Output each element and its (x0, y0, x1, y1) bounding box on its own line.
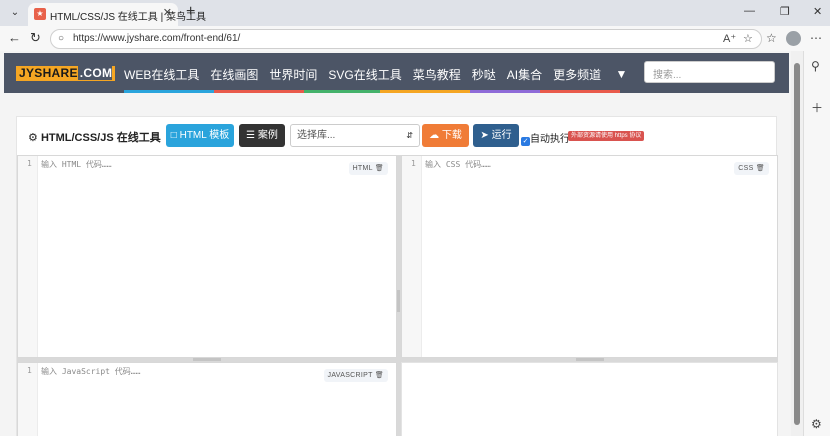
trash-icon: 🗑 (755, 165, 765, 172)
site-navbar: JYSHARE .COM WEB在线工具 在线画图 世界时间 SVG在线工具 菜鸟教程 秒哒… (4, 53, 789, 93)
js-editor[interactable]: 1 输入 JavaScript 代码…… JAVASCRIPT 🗑 (17, 362, 397, 436)
html-clear-tag[interactable]: HTML 🗑 (348, 162, 388, 175)
logo-main: JYSHARE (19, 66, 78, 80)
nav-color-stripe (214, 90, 304, 93)
tool-title-text: HTML/CSS/JS 在线工具 (40, 132, 161, 144)
html-editor-placeholder: 输入 HTML 代码…… (41, 160, 112, 169)
html-template-button[interactable]: □ HTML 模板 (166, 124, 234, 147)
splitter-grip[interactable] (397, 290, 400, 312)
page-viewport: JYSHARE .COM WEB在线工具 在线画图 世界时间 SVG在线工具 菜鸟教程 秒哒… (0, 51, 803, 436)
refresh-icon[interactable]: ↻ (30, 30, 41, 46)
caret-down-icon: ▼ (615, 67, 628, 81)
nav-color-stripe (304, 90, 380, 93)
nav-color-stripe (470, 90, 540, 93)
case-label: 案例 (257, 130, 278, 141)
site-logo[interactable]: JYSHARE .COM (16, 66, 116, 81)
restore-icon[interactable]: ❐ (780, 5, 790, 18)
cogs-icon: ⚙ (28, 132, 38, 144)
editor-gutter (18, 156, 38, 357)
js-editor-placeholder: 输入 JavaScript 代码…… (41, 367, 141, 376)
nav-item-svg-tools[interactable]: SVG在线工具 (328, 68, 401, 82)
browser-tab-strip: ⌄ ★ HTML/CSS/JS 在线工具 | 菜鸟工具 ✕ + — ❐ ✕ (0, 0, 830, 26)
paper-plane-icon: ➤ (480, 130, 489, 141)
library-select[interactable]: 选择库... ⇵ (290, 124, 420, 147)
auto-run-toggle[interactable]: ✓ 自动执行 (521, 130, 570, 146)
run-button[interactable]: ➤ 运行 (473, 124, 519, 147)
lock-icon[interactable]: ○ (58, 33, 64, 44)
favorites-icon[interactable]: ☆ (766, 31, 777, 45)
css-editor-placeholder: 输入 CSS 代码…… (425, 160, 491, 169)
tab-title: HTML/CSS/JS 在线工具 | 菜鸟工具 (50, 12, 206, 23)
result-preview-pane[interactable] (401, 362, 778, 436)
nav-item-drawing[interactable]: 在线画图 (210, 68, 258, 82)
line-number: 1 (27, 159, 32, 168)
nav-color-stripe (540, 90, 620, 93)
run-label: 运行 (491, 130, 512, 141)
site-search-input[interactable]: 搜索... (644, 61, 775, 83)
tab-actions-chevron-down-icon[interactable]: ⌄ (6, 4, 24, 22)
list-icon: ☰ (246, 130, 256, 141)
logo-suffix: .COM (77, 66, 113, 80)
nav-color-stripe (380, 90, 470, 93)
line-number: 1 (27, 366, 32, 375)
site-favicon-icon: ★ (34, 8, 46, 20)
nav-item-more-label: 更多频道 (553, 68, 602, 82)
case-button[interactable]: ☰ 案例 (239, 124, 285, 147)
nav-item-miaoda[interactable]: 秒哒 (472, 68, 496, 82)
auto-run-label: 自动执行 (530, 134, 570, 145)
tool-title: ⚙ HTML/CSS/JS 在线工具 (28, 129, 161, 145)
page-scrollbar[interactable] (791, 51, 803, 436)
tool-panel: ⚙ HTML/CSS/JS 在线工具 □ HTML 模板 ☰ 案例 选择库...… (16, 116, 778, 436)
library-select-value: 选择库... (297, 130, 336, 141)
nav-item-world-time[interactable]: 世界时间 (269, 68, 317, 82)
browser-tab[interactable]: ★ HTML/CSS/JS 在线工具 | 菜鸟工具 ✕ (28, 3, 206, 26)
new-tab-plus-icon[interactable]: + (186, 3, 195, 21)
nav-item-web-tools[interactable]: WEB在线工具 (124, 68, 199, 82)
js-clear-tag[interactable]: JAVASCRIPT 🗑 (323, 369, 388, 382)
js-tag-label: JAVASCRIPT (327, 372, 373, 379)
url-text[interactable]: https://www.jyshare.com/front-end/61/ (73, 33, 240, 44)
download-button[interactable]: ☁ 下载 (422, 124, 469, 147)
address-bar-row: ← ↻ ○ https://www.jyshare.com/front-end/… (0, 26, 830, 51)
css-clear-tag[interactable]: CSS 🗑 (734, 162, 769, 175)
download-label: 下载 (441, 130, 462, 141)
read-aloud-icon[interactable]: A⁺ (723, 32, 736, 45)
more-icon[interactable]: ⋯ (810, 31, 822, 45)
vertical-splitter[interactable] (397, 155, 401, 436)
browser-sidebar: ⚲ ＋ ⚙ (803, 51, 830, 436)
search-icon[interactable]: ⚲ (811, 59, 820, 73)
nav-item-more-channels[interactable]: 更多频道 ▼ (553, 67, 638, 82)
html-tag-label: HTML (352, 165, 373, 172)
address-bar[interactable]: ○ https://www.jyshare.com/front-end/61/ … (50, 29, 762, 49)
window-close-icon[interactable]: ✕ (813, 5, 822, 18)
select-arrows-icon: ⇵ (406, 131, 413, 140)
css-editor[interactable]: 1 输入 CSS 代码…… CSS 🗑 (401, 155, 778, 358)
plus-icon[interactable]: ＋ (811, 99, 823, 116)
site-nav-links: WEB在线工具 在线画图 世界时间 SVG在线工具 菜鸟教程 秒哒 AI集合 更多频道 ▼ (124, 66, 649, 83)
gear-icon[interactable]: ⚙ (811, 417, 822, 431)
trash-icon: 🗑 (374, 165, 384, 172)
profile-icon[interactable] (786, 31, 801, 46)
tool-toolbar: ⚙ HTML/CSS/JS 在线工具 □ HTML 模板 ☰ 案例 选择库...… (17, 117, 778, 155)
minimize-icon[interactable]: — (744, 5, 755, 17)
splitter-grip[interactable] (193, 358, 221, 361)
trash-icon: 🗑 (374, 372, 384, 379)
scrollbar-thumb[interactable] (794, 63, 800, 425)
auto-run-checkbox[interactable]: ✓ (521, 137, 530, 146)
tab-close-icon[interactable]: ✕ (163, 6, 172, 19)
star-icon[interactable]: ☆ (743, 32, 753, 45)
html5-icon: □ (170, 130, 177, 141)
nav-item-ai[interactable]: AI集合 (507, 68, 542, 82)
https-warning-badge: 外部资源请使用 https 协议 (568, 131, 645, 141)
cloud-download-icon: ☁ (429, 130, 440, 141)
html-editor[interactable]: 1 输入 HTML 代码…… HTML 🗑 (17, 155, 397, 358)
line-number: 1 (411, 159, 416, 168)
css-tag-label: CSS (738, 165, 754, 172)
back-arrow-icon[interactable]: ← (8, 30, 21, 45)
html-template-label: HTML 模板 (179, 130, 230, 141)
nav-color-stripe (124, 90, 214, 93)
editor-gutter (402, 156, 422, 357)
splitter-grip[interactable] (576, 358, 604, 361)
nav-item-tutorial[interactable]: 菜鸟教程 (413, 68, 461, 82)
